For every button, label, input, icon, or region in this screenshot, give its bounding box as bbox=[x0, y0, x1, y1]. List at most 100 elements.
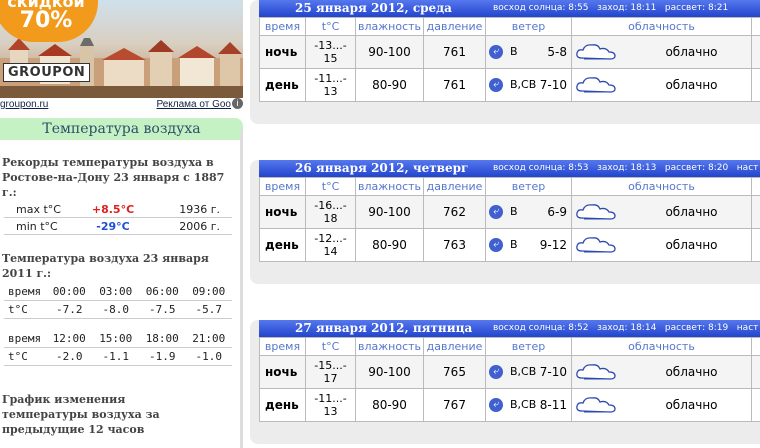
record-value: +8.5°C bbox=[78, 201, 148, 218]
record-row-max: max t°C +8.5°C 1936 г. bbox=[4, 201, 232, 218]
forecast-date: 25 января 2012, среда bbox=[295, 1, 452, 15]
sunset: заход: 18:14 bbox=[597, 323, 657, 333]
extra-cell bbox=[751, 228, 760, 262]
extra-cell bbox=[751, 35, 760, 69]
temperature: -13...- 15 bbox=[305, 35, 356, 69]
ad-source-link[interactable]: groupon.ru bbox=[0, 99, 48, 110]
extra-cell bbox=[751, 355, 760, 389]
wind-direction-icon: ⤶ bbox=[489, 78, 503, 92]
extra-cell bbox=[751, 68, 760, 102]
forecast-header: 25 января 2012, среда восход солнца: 8:5… bbox=[259, 0, 760, 17]
clouds: облачно bbox=[571, 228, 752, 262]
wind: ⤶ В 5-8 bbox=[485, 35, 572, 69]
forecast-row: день -11...- 13 80-90 767 ⤶ В,СВ 8-11 облачно bbox=[259, 388, 760, 422]
col-extra bbox=[751, 337, 760, 356]
col-temp: t°C bbox=[305, 337, 356, 356]
forecast-row: день -12...- 14 80-90 763 ⤶ В 9-12 облачно bbox=[259, 228, 760, 262]
records-heading: Рекорды температуры воздуха в Ростове-на… bbox=[2, 156, 225, 199]
sunset: заход: 18:11 bbox=[597, 3, 657, 13]
pressure: 767 bbox=[423, 388, 486, 422]
dawn: рассвет: 8:20 bbox=[664, 163, 729, 173]
hourly-time: 18:00 bbox=[139, 330, 186, 348]
hourly-time: 15:00 bbox=[92, 330, 139, 348]
clouds: облачно bbox=[571, 68, 752, 102]
period: день bbox=[259, 228, 306, 262]
wind-direction-icon: ⤶ bbox=[489, 365, 503, 379]
wind-direction: В bbox=[510, 45, 518, 58]
cloud-icon bbox=[576, 77, 616, 93]
col-humidity: влажность bbox=[355, 337, 424, 356]
forecast-day-3: 27 января 2012, пятница восход солнца: 8… bbox=[250, 320, 760, 444]
record-row-min: min t°C -29°C 2006 г. bbox=[4, 217, 232, 235]
forecast-row: ночь -15...- 17 90-100 765 ⤶ В,СВ 7-10 облачно bbox=[259, 355, 760, 389]
hourly-time: 12:00 bbox=[46, 330, 93, 348]
hourly-time: 03:00 bbox=[92, 283, 139, 301]
pressure: 761 bbox=[423, 35, 486, 69]
humidity: 90-100 bbox=[355, 355, 424, 389]
temp-range-end: 17 bbox=[323, 372, 338, 385]
ads-by-google-link[interactable]: Реклама от Goo bbox=[157, 99, 232, 110]
sunrise: восход солнца: 8:52 bbox=[493, 323, 589, 333]
hourly-temp: -2.0 bbox=[46, 347, 93, 366]
pressure: 765 bbox=[423, 355, 486, 389]
pressure: 761 bbox=[423, 68, 486, 102]
ad-percent: 70% bbox=[19, 8, 73, 33]
wind-speed: 6-9 bbox=[547, 205, 567, 219]
forecast-row: ночь -16...- 18 90-100 762 ⤶ В 6-9 облачно bbox=[259, 195, 760, 229]
info-icon[interactable]: i bbox=[232, 98, 243, 109]
forecast-table: время t°C влажность давление ветер облач… bbox=[259, 337, 760, 422]
wind-speed: 7-10 bbox=[539, 78, 567, 92]
hourly-time: 21:00 bbox=[185, 330, 232, 348]
ad-footer: groupon.ru Реклама от Goo i bbox=[0, 98, 243, 112]
forecast-day-2: 26 января 2012, четверг восход солнца: 8… bbox=[250, 160, 760, 284]
humidity: 80-90 bbox=[355, 388, 424, 422]
col-time: время bbox=[259, 177, 306, 196]
cloud-icon bbox=[576, 364, 616, 380]
temperature: -15...- 17 bbox=[305, 355, 356, 389]
wind: ⤶ В 9-12 bbox=[485, 228, 572, 262]
col-pressure: давление bbox=[423, 177, 486, 196]
temp-range-start: -11...- bbox=[314, 392, 347, 405]
hourly-times-row: время 00:00 03:00 06:00 09:00 bbox=[4, 283, 232, 301]
col-pressure: давление bbox=[423, 17, 486, 36]
col-pressure: давление bbox=[423, 337, 486, 356]
clouds-text: облачно bbox=[665, 238, 718, 252]
wind-direction-icon: ⤶ bbox=[489, 398, 503, 412]
clouds-text: облачно bbox=[665, 205, 718, 219]
hourly-table-2: время 12:00 15:00 18:00 21:00 t°C -2.0 -… bbox=[4, 330, 232, 366]
clouds-text: облачно bbox=[665, 45, 718, 59]
clouds-text: облачно bbox=[665, 78, 718, 92]
temp-range-end: 15 bbox=[323, 52, 338, 65]
hourly-heading: Температура воздуха 23 января 2011 г.: bbox=[2, 252, 209, 280]
graph-heading: График изменения температуры воздуха за … bbox=[2, 393, 160, 436]
groupon-ad[interactable]: скидкой 70% GROUPON groupon.ru Реклама о… bbox=[0, 0, 243, 112]
record-label: min t°C bbox=[4, 217, 78, 235]
groupon-logo: GROUPON bbox=[3, 63, 91, 82]
forecast-header: 26 января 2012, четверг восход солнца: 8… bbox=[259, 160, 760, 177]
wind: ⤶ В,СВ 7-10 bbox=[485, 355, 572, 389]
forecast-row: ночь -13...- 15 90-100 761 ⤶ В 5-8 облачно bbox=[259, 35, 760, 69]
record-year: 1936 г. bbox=[148, 201, 232, 218]
humidity: 80-90 bbox=[355, 228, 424, 262]
hourly-temp: -5.7 bbox=[185, 300, 232, 319]
pressure: 763 bbox=[423, 228, 486, 262]
col-clouds: облачность bbox=[571, 337, 752, 356]
hourly-time: 06:00 bbox=[139, 283, 186, 301]
temp-range-start: -12...- bbox=[314, 232, 347, 245]
wind-speed: 9-12 bbox=[539, 238, 567, 252]
sun-times: восход солнца: 8:55 заход: 18:11 рассвет… bbox=[493, 0, 737, 17]
ad-image[interactable]: скидкой 70% GROUPON bbox=[0, 0, 243, 98]
temp-range-end: 14 bbox=[323, 245, 338, 258]
period: день bbox=[259, 388, 306, 422]
temp-label: t°C bbox=[4, 300, 46, 319]
hourly-temps-row: t°C -2.0 -1.1 -1.9 -1.0 bbox=[4, 347, 232, 366]
col-humidity: влажность bbox=[355, 177, 424, 196]
col-temp: t°C bbox=[305, 177, 356, 196]
wind-direction-icon: ⤶ bbox=[489, 45, 503, 59]
col-temp: t°C bbox=[305, 17, 356, 36]
temperature: -11...- 13 bbox=[305, 68, 356, 102]
wind: ⤶ В,СВ 8-11 bbox=[485, 388, 572, 422]
clouds: облачно bbox=[571, 388, 752, 422]
sun-times: восход солнца: 8:53 заход: 18:13 рассвет… bbox=[493, 160, 758, 177]
wind-direction: В,СВ bbox=[510, 78, 537, 91]
